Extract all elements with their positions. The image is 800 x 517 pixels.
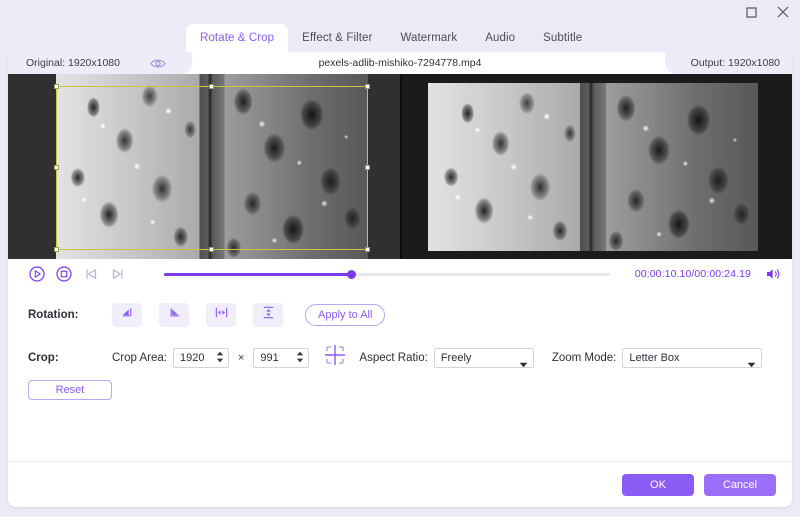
cancel-button[interactable]: Cancel bbox=[704, 473, 776, 496]
stepper-down-icon bbox=[216, 358, 224, 362]
play-circle-icon[interactable] bbox=[28, 265, 46, 283]
crop-handle-top-left[interactable] bbox=[54, 84, 59, 89]
rotate-left-icon bbox=[120, 305, 135, 325]
flip-horizontal-button[interactable] bbox=[206, 303, 236, 327]
dialog-card: pexels-adlib-mishiko-7294778.mp4 Origina… bbox=[8, 52, 792, 507]
crop-height-value: 991 bbox=[260, 351, 279, 364]
volume-icon[interactable] bbox=[764, 265, 782, 283]
stop-circle-icon[interactable] bbox=[55, 265, 73, 283]
tab-rotate-crop[interactable]: Rotate & Crop bbox=[186, 24, 289, 52]
crop-height-stepper[interactable] bbox=[296, 351, 304, 363]
progress-fill bbox=[164, 272, 352, 276]
crop-width-value: 1920 bbox=[179, 351, 205, 364]
stepper-down-icon bbox=[297, 358, 304, 362]
original-resolution-chip: Original: 1920x1080 bbox=[8, 52, 192, 74]
tab-subtitle[interactable]: Subtitle bbox=[529, 24, 596, 52]
tab-effect-filter[interactable]: Effect & Filter bbox=[288, 24, 386, 52]
crop-area-label: Crop Area: bbox=[112, 351, 167, 364]
crop-handle-top-center[interactable] bbox=[209, 84, 214, 89]
reset-button[interactable]: Reset bbox=[28, 380, 112, 400]
flip-vertical-icon bbox=[261, 305, 276, 325]
crop-handle-top-right[interactable] bbox=[365, 84, 370, 89]
crop-center-button[interactable] bbox=[323, 343, 347, 372]
crop-selection-box[interactable] bbox=[54, 84, 370, 252]
flip-vertical-button[interactable] bbox=[253, 303, 283, 327]
rotation-label: Rotation: bbox=[28, 309, 79, 321]
rotate-right-button[interactable] bbox=[159, 303, 189, 327]
rotate-right-icon bbox=[167, 305, 182, 325]
aspect-ratio-value: Freely bbox=[440, 351, 472, 364]
chevron-down-icon bbox=[747, 355, 756, 373]
tab-bar: Rotate & Crop Effect & Filter Watermark … bbox=[0, 24, 800, 52]
ok-button[interactable]: OK bbox=[622, 473, 694, 496]
close-icon[interactable] bbox=[774, 3, 792, 21]
tab-watermark[interactable]: Watermark bbox=[386, 24, 471, 52]
zoom-mode-label: Zoom Mode: bbox=[551, 351, 617, 364]
maximize-icon[interactable] bbox=[742, 3, 760, 21]
rotation-row: Rotation: Apply to All bbox=[28, 303, 772, 327]
dialog-footer: OK Cancel bbox=[8, 461, 792, 507]
output-resolution-chip: Output: 1920x1080 bbox=[664, 52, 792, 74]
output-preview-pane bbox=[400, 74, 792, 259]
playback-progress-slider[interactable] bbox=[164, 269, 610, 279]
source-preview-pane[interactable] bbox=[8, 74, 400, 259]
aspect-ratio-select-wrap: Freely bbox=[433, 347, 534, 368]
info-strip: pexels-adlib-mishiko-7294778.mp4 Origina… bbox=[8, 52, 792, 74]
stepper-up-icon bbox=[297, 351, 304, 355]
flip-horizontal-icon bbox=[214, 305, 229, 325]
zoom-mode-select-wrap: Letter Box bbox=[622, 347, 763, 368]
title-bar bbox=[0, 0, 800, 24]
crop-center-icon bbox=[323, 343, 347, 372]
apply-to-all-button[interactable]: Apply to All bbox=[305, 304, 386, 326]
eye-icon[interactable] bbox=[150, 58, 166, 69]
crop-width-input[interactable]: 1920 bbox=[172, 347, 229, 368]
crop-handle-bottom-right[interactable] bbox=[365, 247, 370, 252]
crop-handle-bottom-left[interactable] bbox=[54, 247, 59, 252]
tab-audio[interactable]: Audio bbox=[471, 24, 529, 52]
rotate-left-button[interactable] bbox=[112, 303, 142, 327]
progress-knob[interactable] bbox=[346, 269, 356, 279]
next-frame-icon[interactable] bbox=[109, 265, 127, 283]
crop-handle-middle-left[interactable] bbox=[54, 165, 59, 170]
reset-row: Reset bbox=[28, 380, 772, 400]
zoom-mode-select[interactable]: Letter Box bbox=[622, 347, 763, 368]
crop-height-input[interactable]: 991 bbox=[253, 347, 310, 368]
original-resolution-label: Original: 1920x1080 bbox=[26, 57, 120, 69]
player-controls: 00:00:10.10/00:00:24.19 bbox=[8, 259, 792, 289]
chevron-down-icon bbox=[519, 355, 528, 373]
dimension-separator: × bbox=[237, 351, 245, 364]
rotate-crop-dialog: Rotate & Crop Effect & Filter Watermark … bbox=[0, 0, 800, 517]
stepper-up-icon bbox=[216, 351, 224, 355]
output-resolution-label: Output: 1920x1080 bbox=[690, 57, 780, 69]
previous-frame-icon[interactable] bbox=[82, 265, 100, 283]
output-video-frame bbox=[428, 83, 758, 251]
preview-area bbox=[8, 74, 792, 259]
crop-label: Crop: bbox=[28, 351, 59, 364]
crop-row: Crop: Crop Area: 1920 × 991 Aspect Ratio… bbox=[28, 343, 772, 372]
crop-handle-middle-right[interactable] bbox=[365, 165, 370, 170]
preview-divider bbox=[400, 74, 402, 259]
timecode-display: 00:00:10.10/00:00:24.19 bbox=[634, 268, 751, 280]
controls-section: Rotation: Apply to All Crop: Crop Area: … bbox=[8, 289, 792, 400]
aspect-ratio-label: Aspect Ratio: bbox=[359, 351, 428, 364]
crop-handle-bottom-center[interactable] bbox=[209, 247, 214, 252]
zoom-mode-value: Letter Box bbox=[629, 351, 680, 364]
crop-width-stepper[interactable] bbox=[216, 351, 224, 363]
